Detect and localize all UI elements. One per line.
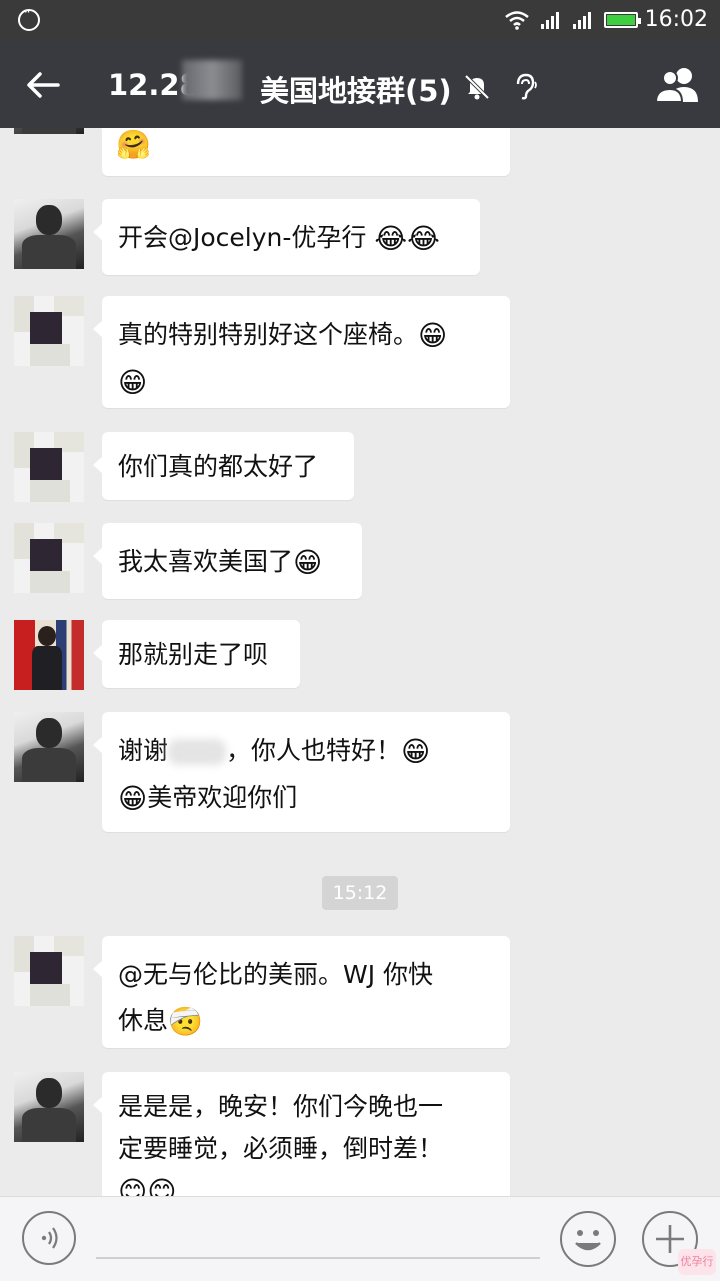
message-text: 休息 xyxy=(118,1006,169,1035)
message-bubble[interactable]: 谢谢 ，你人也特好！😁 😁美帝欢迎你们 xyxy=(93,712,510,832)
message-bubble[interactable]: 真的特别特别好这个座椅。😁 😁 xyxy=(93,296,510,408)
signal-icon-1 xyxy=(541,12,559,29)
chat-title-bar: 12.28 美国地接群(5) xyxy=(0,42,720,128)
bandage-face-emoji-icon: 🤕 xyxy=(168,1005,203,1038)
message-bubble[interactable]: 开会@Jocelyn-优孕行 😂😂 xyxy=(93,199,480,275)
voice-icon xyxy=(41,1227,58,1249)
watermark-logo: 优孕行 xyxy=(678,1249,716,1275)
smile-emoji-icon: 😊😊 xyxy=(118,1175,177,1196)
message-bubble[interactable]: 🤗 xyxy=(93,128,510,176)
avatar[interactable] xyxy=(14,712,84,782)
status-bar: 16:02 xyxy=(0,0,720,42)
group-members-icon[interactable] xyxy=(654,66,702,104)
back-arrow-icon[interactable] xyxy=(24,66,62,104)
chat-timestamp: 15:12 xyxy=(322,876,398,910)
notification-dots-icon xyxy=(18,5,40,31)
status-time: 16:02 xyxy=(644,7,708,32)
avatar[interactable] xyxy=(14,1072,84,1142)
avatar[interactable] xyxy=(14,296,84,366)
message-input-field[interactable] xyxy=(96,1257,540,1259)
message-bubble[interactable]: @无与伦比的美丽。WJ 你快 休息🤕 xyxy=(93,936,510,1048)
grin-emoji-icon: 😁 xyxy=(401,735,431,768)
wifi-icon xyxy=(505,11,529,30)
message-text: 美帝欢迎你们 xyxy=(147,783,298,812)
message-text: 谢谢 xyxy=(118,736,169,765)
message-text: 我太喜欢美国了 xyxy=(118,547,294,576)
blurred-title-fragment xyxy=(182,60,242,100)
chat-message-list[interactable]: 🤗 开会@Jocelyn-优孕行 😂😂 真的特别特别好这个座椅。😁 😁 你们真的都… xyxy=(0,128,720,1196)
voice-input-button[interactable] xyxy=(22,1211,76,1265)
tears-of-joy-emoji-icon: 😂😂 xyxy=(374,222,440,255)
grin-emoji-icon: 😁 xyxy=(418,319,448,352)
message-text: 是是是，晚安！你们今晚也一 xyxy=(118,1092,444,1121)
avatar[interactable] xyxy=(14,523,84,593)
smiley-icon xyxy=(575,1230,601,1251)
chat-title: 美国地接群(5) xyxy=(260,74,452,108)
message-bubble[interactable]: 你们真的都太好了 xyxy=(93,432,354,500)
grin-emoji-icon: 😁 xyxy=(118,782,148,815)
message-text: 你们真的都太好了 xyxy=(118,452,319,481)
message-input-bar: 优孕行 xyxy=(0,1196,720,1281)
signal-icon-2 xyxy=(573,12,591,29)
hug-emoji-icon: 🤗 xyxy=(116,128,151,161)
blurred-name xyxy=(168,739,227,765)
mute-bell-icon xyxy=(464,74,490,100)
emoji-button[interactable] xyxy=(560,1211,616,1267)
battery-icon xyxy=(604,12,641,28)
message-text: @无与伦比的美丽。WJ 你快 xyxy=(118,960,434,989)
avatar[interactable] xyxy=(14,128,84,134)
avatar[interactable] xyxy=(14,432,84,502)
message-text: 开会@Jocelyn-优孕行 xyxy=(118,223,375,252)
avatar[interactable] xyxy=(14,620,84,690)
status-icons xyxy=(504,8,641,32)
message-text: 那就别走了呗 xyxy=(118,640,269,669)
message-text: 真的特别特别好这个座椅。 xyxy=(118,320,419,349)
avatar[interactable] xyxy=(14,199,84,269)
avatar[interactable] xyxy=(14,936,84,1006)
earpiece-mode-icon xyxy=(516,73,537,100)
message-bubble[interactable]: 那就别走了呗 xyxy=(93,620,300,688)
grin-emoji-icon: 😁 xyxy=(293,546,323,579)
message-text: 定要睡觉，必须睡，倒时差！ xyxy=(118,1134,444,1163)
message-bubble[interactable]: 是是是，晚安！你们今晚也一 定要睡觉，必须睡，倒时差！ 😊😊 xyxy=(93,1072,510,1196)
grin-emoji-icon: 😁 xyxy=(118,366,148,399)
message-bubble[interactable]: 我太喜欢美国了😁 xyxy=(93,523,362,599)
message-text: ，你人也特好！ xyxy=(226,736,402,765)
